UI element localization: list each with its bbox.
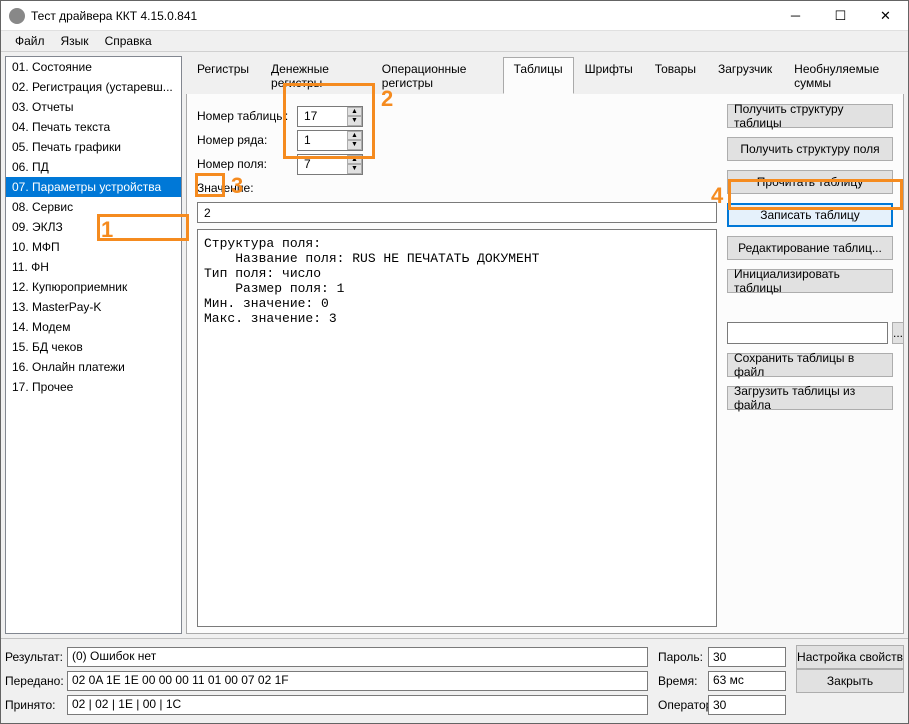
spin-down-icon[interactable]: ▼ [347, 140, 362, 150]
tab-content-tables: Номер таблицы: ▲▼ Номер ряда: ▲▼ [186, 94, 904, 634]
load-tables-button[interactable]: Загрузить таблицы из файла [727, 386, 893, 410]
settings-button[interactable]: Настройка свойств [796, 645, 904, 669]
tab-7[interactable]: Необнуляемые суммы [783, 57, 904, 94]
sidebar-item-6[interactable]: 07. Параметры устройства [6, 177, 181, 197]
row-number-label: Номер ряда: [197, 133, 297, 147]
edit-tables-button[interactable]: Редактирование таблиц... [727, 236, 893, 260]
app-icon [9, 8, 25, 24]
left-panel: Номер таблицы: ▲▼ Номер ряда: ▲▼ [197, 104, 717, 627]
password-label: Пароль: [648, 650, 708, 664]
field-structure-output[interactable]: Структура поля: Название поля: RUS НЕ ПЕ… [197, 229, 717, 627]
spin-up-icon[interactable]: ▲ [347, 155, 362, 165]
menu-help[interactable]: Справка [97, 32, 160, 50]
field-number-label: Номер поля: [197, 157, 297, 171]
value-input[interactable] [197, 202, 717, 223]
sidebar-item-14[interactable]: 15. БД чеков [6, 337, 181, 357]
tab-4[interactable]: Шрифты [574, 57, 644, 94]
spin-down-icon[interactable]: ▼ [347, 164, 362, 174]
sidebar-item-12[interactable]: 13. MasterPay-K [6, 297, 181, 317]
read-table-button[interactable]: Прочитать таблицу [727, 170, 893, 194]
maximize-button[interactable]: ☐ [818, 1, 863, 30]
sidebar-item-3[interactable]: 04. Печать текста [6, 117, 181, 137]
spin-up-icon[interactable]: ▲ [347, 131, 362, 141]
tab-3[interactable]: Таблицы [503, 57, 574, 94]
spin-down-icon[interactable]: ▼ [347, 116, 362, 126]
sidebar-item-0[interactable]: 01. Состояние [6, 57, 181, 77]
sidebar-item-4[interactable]: 05. Печать графики [6, 137, 181, 157]
received-field: 02 | 02 | 1E | 00 | 1C [67, 695, 648, 715]
sidebar-list[interactable]: 01. Состояние02. Регистрация (устаревш..… [5, 56, 182, 634]
close-button[interactable]: Закрыть [796, 669, 904, 693]
tab-2[interactable]: Операционные регистры [371, 57, 503, 94]
sidebar-item-9[interactable]: 10. МФП [6, 237, 181, 257]
right-button-panel: Получить структуру таблицы Получить стру… [727, 104, 893, 627]
menu-file[interactable]: Файл [7, 32, 53, 50]
browse-button[interactable]: ... [892, 322, 904, 344]
spin-up-icon[interactable]: ▲ [347, 107, 362, 117]
close-window-button[interactable]: ✕ [863, 1, 908, 30]
tab-bar: РегистрыДенежные регистрыОперационные ре… [186, 56, 904, 94]
password-input[interactable] [708, 647, 786, 667]
sent-label: Передано: [5, 674, 67, 688]
tab-1[interactable]: Денежные регистры [260, 57, 371, 94]
save-tables-button[interactable]: Сохранить таблицы в файл [727, 353, 893, 377]
tab-6[interactable]: Загрузчик [707, 57, 783, 94]
result-label: Результат: [5, 650, 67, 664]
sidebar-item-10[interactable]: 11. ФН [6, 257, 181, 277]
value-label: Значение: [197, 181, 297, 195]
menu-language[interactable]: Язык [53, 32, 97, 50]
form-rows: Номер таблицы: ▲▼ Номер ряда: ▲▼ [197, 104, 717, 200]
sidebar-item-2[interactable]: 03. Отчеты [6, 97, 181, 117]
table-number-label: Номер таблицы: [197, 109, 297, 123]
sidebar-item-11[interactable]: 12. Купюроприемник [6, 277, 181, 297]
sidebar-item-7[interactable]: 08. Сервис [6, 197, 181, 217]
minimize-button[interactable]: ─ [773, 1, 818, 30]
sidebar-item-15[interactable]: 16. Онлайн платежи [6, 357, 181, 377]
operator-label: Оператор: [648, 698, 708, 712]
time-field: 63 мс [708, 671, 786, 691]
main-area: РегистрыДенежные регистрыОперационные ре… [186, 56, 904, 634]
tab-5[interactable]: Товары [644, 57, 707, 94]
get-table-structure-button[interactable]: Получить структуру таблицы [727, 104, 893, 128]
sidebar-item-5[interactable]: 06. ПД [6, 157, 181, 177]
app-window: Тест драйвера ККТ 4.15.0.841 ─ ☐ ✕ Файл … [0, 0, 909, 724]
tab-0[interactable]: Регистры [186, 57, 260, 94]
operator-input[interactable] [708, 695, 786, 715]
menubar: Файл Язык Справка [1, 31, 908, 51]
sidebar-item-13[interactable]: 14. Модем [6, 317, 181, 337]
sidebar-item-8[interactable]: 09. ЭКЛЗ [6, 217, 181, 237]
window-title: Тест драйвера ККТ 4.15.0.841 [31, 9, 773, 23]
result-field: (0) Ошибок нет [67, 647, 648, 667]
sidebar-item-1[interactable]: 02. Регистрация (устаревш... [6, 77, 181, 97]
titlebar: Тест драйвера ККТ 4.15.0.841 ─ ☐ ✕ [1, 1, 908, 31]
body: 01. Состояние02. Регистрация (устаревш..… [1, 51, 908, 638]
sidebar-item-16[interactable]: 17. Прочее [6, 377, 181, 397]
init-tables-button[interactable]: Инициализировать таблицы [727, 269, 893, 293]
status-panel: Результат: (0) Ошибок нет Пароль: Настро… [1, 638, 908, 723]
file-path-input[interactable] [727, 322, 888, 344]
get-field-structure-button[interactable]: Получить структуру поля [727, 137, 893, 161]
time-label: Время: [648, 674, 708, 688]
sent-field: 02 0A 1E 1E 00 00 00 11 01 00 07 02 1F [67, 671, 648, 691]
received-label: Принято: [5, 698, 67, 712]
write-table-button[interactable]: Записать таблицу [727, 203, 893, 227]
